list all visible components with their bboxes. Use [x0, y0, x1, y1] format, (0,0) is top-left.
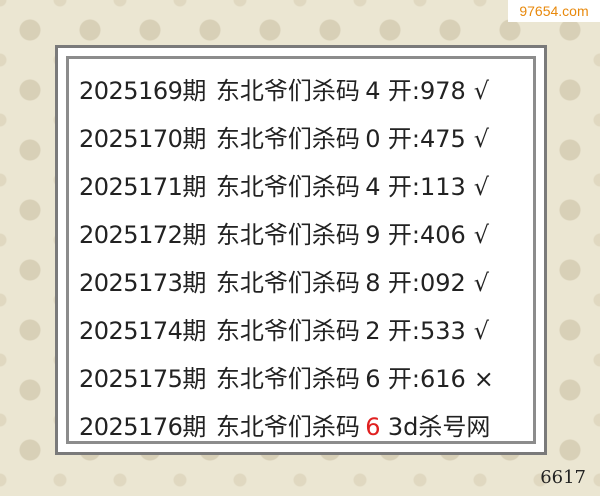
kill-number: 8 [365, 269, 381, 297]
prediction-row: 2025175期 东北爷们杀码 6 开:616 × [79, 355, 527, 403]
prediction-label: 东北爷们杀码 [215, 77, 360, 105]
prediction-row: 2025172期 东北爷们杀码 9 开:406 √ [79, 211, 527, 259]
prediction-panel: 2025169期 东北爷们杀码 4 开:978 √ 2025170期 东北爷们杀码 0 开:4… [55, 45, 547, 455]
period-number: 2025169期 [79, 77, 206, 105]
counter: 6617 [540, 467, 586, 488]
prediction-label: 东北爷们杀码 [215, 221, 360, 249]
prediction-label: 东北爷们杀码 [215, 365, 360, 393]
site-name-prefix: 3d [387, 413, 419, 441]
result-mark: √ [473, 317, 490, 345]
period-number: 2025176期 [79, 413, 206, 441]
kill-number: 4 [365, 173, 381, 201]
result-mark: √ [473, 269, 490, 297]
period-number: 2025175期 [79, 365, 206, 393]
draw-result: 开:475 [387, 125, 466, 153]
site-watermark: 97654.com [508, 0, 600, 22]
prediction-label: 东北爷们杀码 [215, 317, 360, 345]
current-prediction-row: 2025176期 东北爷们杀码 6 3d杀号网 [79, 403, 527, 451]
period-number: 2025174期 [79, 317, 206, 345]
site-name: 3d杀号网 [388, 413, 491, 441]
kill-number: 6 [365, 365, 381, 393]
prediction-panel-inner: 2025169期 东北爷们杀码 4 开:978 √ 2025170期 东北爷们杀码 0 开:4… [66, 56, 536, 444]
prediction-row: 2025171期 东北爷们杀码 4 开:113 √ [79, 163, 527, 211]
site-name-suffix: 杀号网 [418, 413, 491, 441]
prediction-label: 东北爷们杀码 [215, 125, 360, 153]
period-number: 2025173期 [79, 269, 206, 297]
prediction-row: 2025169期 东北爷们杀码 4 开:978 √ [79, 67, 527, 115]
period-number: 2025170期 [79, 125, 206, 153]
prediction-label: 东北爷们杀码 [215, 173, 360, 201]
result-mark: √ [473, 125, 490, 153]
draw-result: 开:616 [387, 365, 466, 393]
kill-number: 2 [365, 317, 381, 345]
kill-number: 4 [365, 77, 381, 105]
prediction-label: 东北爷们杀码 [215, 413, 360, 441]
prediction-row: 2025173期 东北爷们杀码 8 开:092 √ [79, 259, 527, 307]
period-number: 2025171期 [79, 173, 206, 201]
result-mark: √ [473, 221, 490, 249]
result-mark: × [473, 365, 494, 393]
draw-result: 开:092 [387, 269, 466, 297]
draw-result: 开:406 [387, 221, 466, 249]
prediction-row: 2025170期 东北爷们杀码 0 开:475 √ [79, 115, 527, 163]
prediction-list: 2025169期 东北爷们杀码 4 开:978 √ 2025170期 东北爷们杀码 0 开:4… [79, 67, 527, 451]
draw-result: 开:113 [387, 173, 466, 201]
draw-result: 开:978 [387, 77, 466, 105]
prediction-label: 东北爷们杀码 [215, 269, 360, 297]
kill-number: 9 [365, 221, 381, 249]
result-mark: √ [473, 77, 490, 105]
kill-number: 0 [365, 125, 381, 153]
prediction-row: 2025174期 东北爷们杀码 2 开:533 √ [79, 307, 527, 355]
result-mark: √ [473, 173, 490, 201]
kill-number-current: 6 [365, 413, 381, 441]
draw-result: 开:533 [387, 317, 466, 345]
period-number: 2025172期 [79, 221, 206, 249]
